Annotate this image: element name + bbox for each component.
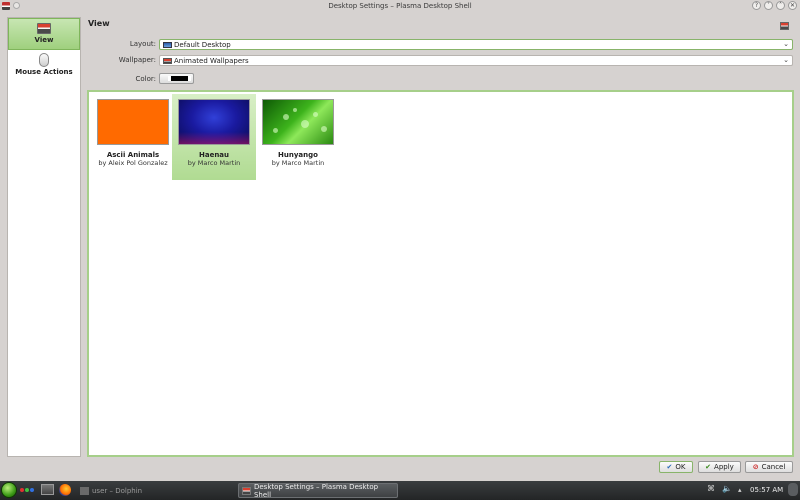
clock[interactable]: 05:57 AM [750,486,783,494]
wallpaper-select[interactable]: Animated Wallpapers ⌄ [159,55,793,66]
wallpaper-icon [163,58,172,64]
layout-select[interactable]: Default Desktop ⌄ [159,39,793,50]
check-icon: ✔ [705,463,712,471]
wallpaper-name: Ascii Animals [106,151,160,159]
volume-icon[interactable]: 🔈 [722,484,732,493]
window-title: Desktop Settings – Plasma Desktop Shell [328,2,472,10]
task-item-desktop-settings[interactable]: Desktop Settings – Plasma Desktop Shell [238,482,398,499]
wallpaper-name: Haenau [198,151,230,159]
wallpaper-thumbnail [97,99,169,145]
desktop-icon [242,486,251,495]
color-swatch [168,76,191,81]
taskbar: user – Dolphin Desktop Settings – Plasma… [0,481,800,500]
folder-icon [80,486,89,495]
layout-select-value: Default Desktop [174,41,231,49]
wallpaper-label: Wallpaper: [118,56,156,64]
wallpaper-thumbnail [178,99,250,145]
color-label: Color: [135,75,156,83]
desktop-icon [780,22,789,30]
task-item-dolphin[interactable]: user – Dolphin [80,483,230,498]
wallpaper-tile-ascii-animals[interactable]: Ascii Animals by Aleix Pol Gonzalez [91,94,175,180]
wallpaper-grid[interactable]: Ascii Animals by Aleix Pol Gonzalez Haen… [87,90,794,457]
close-button[interactable]: ✕ [788,1,797,10]
window-titlebar[interactable]: Desktop Settings – Plasma Desktop Shell … [0,0,800,12]
apply-button-label: Apply [714,463,734,471]
wallpaper-author: by Marco Martin [271,159,325,167]
settings-sidebar: View Mouse Actions [7,17,81,457]
check-icon: ✔ [666,463,673,471]
sidebar-item-label: View [34,36,54,44]
wallpaper-tile-hunyango[interactable]: Hunyango by Marco Martin [256,94,340,180]
ok-button[interactable]: ✔ OK [659,461,693,473]
color-picker-button[interactable] [159,73,194,84]
wallpaper-author: by Marco Martin [187,159,241,167]
activities-icon[interactable] [20,488,34,492]
cancel-button-label: Cancel [761,463,786,471]
wallpaper-tile-haenau[interactable]: Haenau by Marco Martin [172,94,256,180]
minimize-button[interactable]: ˅ [764,1,773,10]
network-icon[interactable]: ⌘ [707,484,715,493]
sidebar-item-view[interactable]: View [8,18,80,50]
help-button[interactable]: ? [752,1,761,10]
firefox-icon[interactable] [59,484,71,496]
task-label: Desktop Settings – Plasma Desktop Shell [253,482,379,499]
cancel-icon: ⊘ [752,463,759,471]
wallpaper-thumbnail [262,99,334,145]
desktop-icon [163,42,172,48]
page-title: View [88,19,110,28]
ok-button-label: OK [675,463,686,471]
wallpaper-select-value: Animated Wallpapers [174,57,249,65]
sidebar-item-label: Mouse Actions [15,68,73,76]
desktop-icon [37,23,51,34]
show-desktop-icon[interactable] [41,484,54,495]
panel-toolbox-icon[interactable] [788,483,798,496]
wallpaper-name: Hunyango [278,151,318,159]
cancel-button[interactable]: ⊘ Cancel [745,461,793,473]
sidebar-item-mouse-actions[interactable]: Mouse Actions [8,53,80,85]
task-label: user – Dolphin [92,486,143,495]
chevron-down-icon: ⌄ [783,56,789,64]
maximize-button[interactable]: ˄ [776,1,785,10]
layout-label: Layout: [129,40,156,48]
chevron-down-icon: ⌄ [783,40,789,48]
apply-button[interactable]: ✔ Apply [698,461,741,473]
tray-expand-icon[interactable]: ▴ [738,486,742,494]
mouse-icon [39,53,49,67]
wallpaper-author: by Aleix Pol Gonzalez [98,159,168,167]
application-launcher-icon[interactable] [1,482,17,498]
